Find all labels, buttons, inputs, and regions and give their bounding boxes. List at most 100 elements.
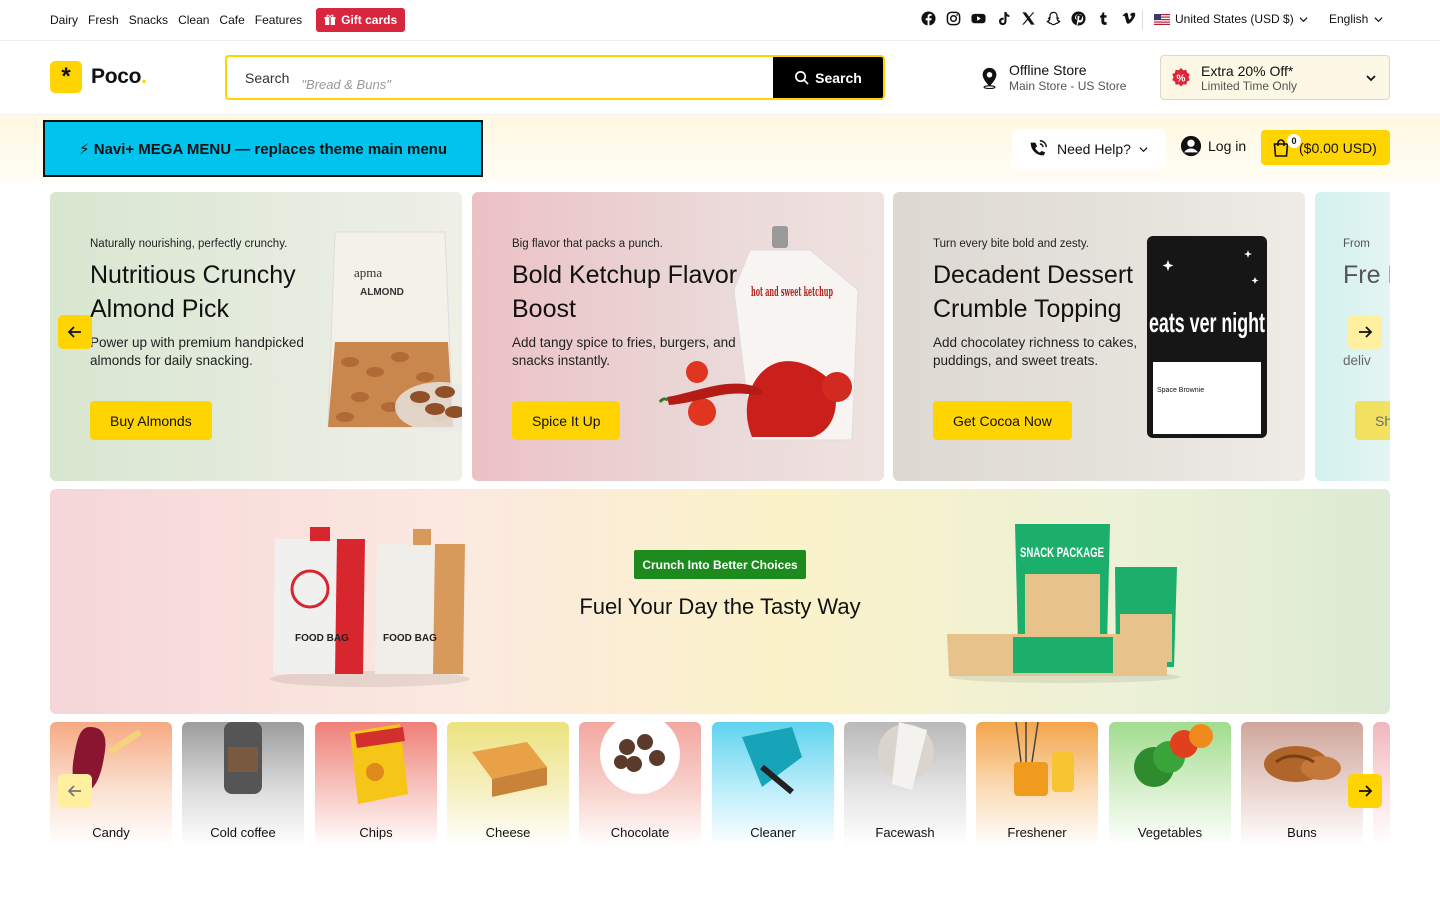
cart-count-badge: 0 [1287,134,1301,148]
top-nav-fresh[interactable]: Fresh [88,13,119,27]
login-link[interactable]: Log in [1180,135,1246,157]
category-cold-coffee[interactable]: Cold coffee [182,722,304,846]
arrow-left-icon [67,785,81,797]
dessert-pack-sub: Space Brownie [1157,387,1204,394]
ketchup-pack-label: hot and sweet ketchup [751,285,833,300]
category-label: Facewash [875,825,935,840]
tiktok-icon[interactable] [996,11,1011,26]
hero-slide-almonds[interactable]: apma ALMOND Naturally nourishing, perfec… [50,192,462,481]
search-bar: Search "Bread & Buns" Search [225,55,885,100]
slide-title: Fre Do [1343,261,1390,289]
offer-subtitle: Limited Time Only [1201,78,1298,93]
store-subtitle: Main Store - US Store [1009,79,1127,93]
cold-coffee-image [224,722,262,794]
search-label[interactable]: Search [227,57,301,98]
category-facewash[interactable]: Facewash [844,722,966,846]
top-nav-snacks[interactable]: Snacks [129,13,168,27]
almond-bowl-image [395,382,462,432]
mega-menu-button[interactable]: ⚡ Navi+ MEGA MENU — replaces theme main … [43,120,483,177]
category-cleaner[interactable]: Cleaner [712,722,834,846]
category-label: Vegetables [1137,825,1203,840]
top-nav-features[interactable]: Features [255,13,302,27]
snapchat-icon[interactable] [1046,11,1061,26]
vimeo-icon[interactable] [1121,11,1136,26]
arrow-left-icon [67,326,81,338]
banner-title: Fuel Your Day the Tasty Way [579,594,861,619]
get-cocoa-button[interactable]: Get Cocoa Now [933,401,1072,440]
offer-text: Extra 20% Off* Limited Time Only [1201,63,1297,93]
topbar-divider [1142,10,1143,30]
user-icon [1180,135,1202,157]
slide-description: Add chocolatey richness to cakes, puddin… [933,335,1138,368]
category-next-button[interactable] [1348,774,1382,808]
food-bag-text-2: FOOD BAG [383,633,437,644]
snack-pack-text: SNACK PACKAGE [1020,544,1104,560]
youtube-icon[interactable] [971,11,986,26]
gift-cards-button[interactable]: Gift cards [316,8,406,32]
vegetables-image [1134,724,1213,787]
slide-description: Power up with premium handpicked almonds… [90,335,304,368]
need-help-dropdown[interactable]: Need Help? [1012,129,1166,169]
slide-title: Bold Ketchup Flavor Boost [512,261,738,323]
top-utility-bar: Dairy Fresh Snacks Clean Cafe Features G… [0,0,1440,41]
top-nav: Dairy Fresh Snacks Clean Cafe Features G… [50,8,406,32]
category-vegetables[interactable]: Vegetables [1109,722,1231,846]
cart-total: ($0.00 USD) [1299,139,1377,156]
freshener-image [1014,722,1074,796]
svg-text:%: % [1177,73,1186,84]
site-logo[interactable]: * Poco. [50,61,147,93]
category-cheese[interactable]: Cheese [447,722,569,846]
slider-prev-button[interactable] [58,315,92,349]
category-freshener[interactable]: Freshener [976,722,1098,846]
location-pin-icon [982,67,997,89]
category-label: Chocolate [610,825,670,840]
gift-icon [324,14,336,25]
food-bag-text: FOOD BAG [295,633,349,644]
category-label: Chips [359,825,393,840]
category-label: Cheese [485,825,531,840]
pinterest-icon[interactable] [1071,11,1086,26]
snack-packages-image: SNACK PACKAGE [947,524,1180,683]
gift-cards-label: Gift cards [341,13,398,27]
logo-dot: . [141,65,147,88]
language-label: English [1329,12,1369,26]
instagram-icon[interactable] [946,11,961,26]
slide-title: Nutritious Crunchy Almond Pick [90,261,296,323]
category-label: Cleaner [750,825,796,840]
chevron-down-icon [1366,75,1376,82]
category-chips[interactable]: Chips [315,722,437,846]
country-selector[interactable]: United States (USD $) [1154,12,1308,26]
hero-slide-cocoa[interactable]: eats ver night Space Brownie Turn every … [893,192,1305,481]
x-icon[interactable] [1021,11,1036,26]
facebook-icon[interactable] [921,11,936,26]
menu-bar: ⚡ Navi+ MEGA MENU — replaces theme main … [0,114,1440,182]
store-selector[interactable]: Offline Store Main Store - US Store [980,62,1126,93]
search-icon [795,71,809,85]
offer-title: Extra 20% Off* [1201,62,1294,79]
language-selector[interactable]: English [1329,12,1383,26]
top-nav-cafe[interactable]: Cafe [219,13,244,27]
promo-banner[interactable]: FOOD BAG FOOD BAG Crunch Into Better Cho… [50,489,1390,714]
buy-almonds-button[interactable]: Buy Almonds [90,401,212,440]
category-label: Freshener [1007,825,1067,840]
tumblr-icon[interactable] [1096,11,1111,26]
slide-cta[interactable]: Sh [1355,401,1390,440]
search-input[interactable]: "Bread & Buns" [301,57,773,98]
cart-button[interactable]: 0 ($0.00 USD) [1261,130,1390,165]
discount-badge-icon: % [1172,67,1190,86]
category-chocolate[interactable]: Chocolate [579,722,701,846]
top-nav-dairy[interactable]: Dairy [50,13,78,27]
category-prev-button[interactable] [58,774,92,808]
hero-slide-ketchup[interactable]: hot and sweet ketchup Big flavor that pa… [472,192,884,481]
arrow-right-icon [1359,785,1373,797]
top-nav-clean[interactable]: Clean [178,13,209,27]
category-label: Candy [92,825,130,840]
spice-it-up-button[interactable]: Spice It Up [512,401,621,440]
slide-kicker: Turn every bite bold and zesty. [933,238,1089,250]
offer-dropdown[interactable]: % Extra 20% Off* Limited Time Only [1160,55,1390,100]
chocolate-image [600,722,680,794]
slider-next-button[interactable] [1348,315,1382,349]
logo-wordmark: Poco. [91,65,147,89]
category-buns[interactable]: Buns [1241,722,1363,846]
search-button[interactable]: Search [773,57,883,98]
